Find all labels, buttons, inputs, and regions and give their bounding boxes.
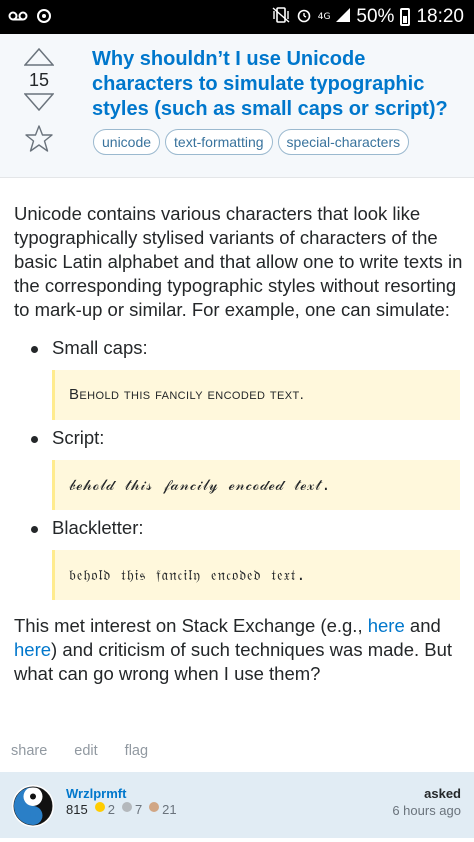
voicemail-icon — [8, 10, 28, 25]
signal-icon — [336, 8, 351, 26]
downvote-icon[interactable] — [24, 93, 54, 111]
silver-badge-count: 7 — [134, 802, 143, 817]
user-card: Wrzlprmft 815 2 7 21 asked 6 hours ago — [0, 772, 474, 838]
intro-paragraph: Unicode contains various characters that… — [14, 203, 463, 320]
closing-paragraph: This met interest on Stack Exchange (e.g… — [14, 614, 464, 686]
vibrate-icon — [272, 7, 290, 27]
asked-label: asked — [424, 786, 461, 801]
favorite-star-icon[interactable] — [25, 125, 53, 152]
upvote-icon[interactable] — [24, 48, 54, 66]
list-item: Small caps: Behold this fancily encoded … — [14, 336, 464, 420]
blockquote-script: 𝒷ℯ𝒽ℴ𝓁𝒹 𝓉𝒽𝒾𝓈 𝒻𝒶𝓃𝒸𝒾𝓁𝓎 ℯ𝓃𝒸ℴ𝒹ℯ𝒹 𝓉ℯ𝓍𝓉. — [52, 460, 460, 510]
sync-icon — [36, 8, 52, 27]
vote-controls: 15 — [20, 48, 58, 152]
gold-badge-count: 2 — [107, 802, 115, 817]
silver-badge-icon — [121, 801, 132, 812]
status-bar: 4G 50% 18:20 — [0, 0, 474, 34]
avatar[interactable] — [12, 785, 54, 827]
tag-text-formatting[interactable]: text-formatting — [165, 129, 273, 155]
example-label: Small caps: — [52, 337, 148, 358]
bronze-badge-icon — [149, 801, 160, 812]
battery-icon — [400, 8, 411, 26]
closing-text: This met interest on Stack Exchange (e.g… — [14, 615, 368, 636]
user-name[interactable]: Wrzlprmft — [66, 786, 126, 801]
user-reputation: 815 2 7 21 — [66, 801, 177, 817]
tag-special-characters[interactable]: special-characters — [277, 129, 410, 155]
battery-percent: 50% — [356, 6, 395, 27]
reputation-score: 815 — [66, 802, 88, 817]
blockquote-small-caps: Behold this fancily encoded text. — [52, 370, 460, 420]
share-link[interactable]: share — [11, 743, 47, 759]
link-here-1[interactable]: here — [368, 615, 405, 636]
list-item: Blackletter: 𝔟𝔢𝔥𝔬𝔩𝔡 𝔱𝔥𝔦𝔰 𝔣𝔞𝔫𝔠𝔦𝔩𝔶 𝔢𝔫𝔠𝔬𝔡𝔢𝔡… — [14, 516, 464, 600]
tag-unicode[interactable]: unicode — [93, 129, 161, 155]
example-label: Blackletter: — [52, 517, 144, 538]
tag-list: unicode text-formatting special-characte… — [93, 129, 410, 155]
closing-text: ) and criticism of such techniques was m… — [14, 639, 453, 684]
clock: 18:20 — [416, 6, 464, 27]
closing-text: and — [404, 615, 441, 636]
list-item: Script: 𝒷ℯ𝒽ℴ𝓁𝒹 𝓉𝒽𝒾𝓈 𝒻𝒶𝓃𝒸𝒾𝓁𝓎 ℯ𝓃𝒸ℴ𝒹ℯ𝒹 𝓉ℯ𝓍𝓉… — [14, 426, 464, 510]
asked-info: asked 6 hours ago — [392, 786, 461, 818]
asked-time: 6 hours ago — [392, 803, 461, 818]
link-here-2[interactable]: here — [14, 639, 51, 660]
question-body: Unicode contains various characters that… — [14, 202, 464, 700]
edit-link[interactable]: edit — [74, 743, 97, 759]
example-label: Script: — [52, 427, 105, 448]
alarm-icon — [296, 7, 312, 27]
post-actions: share edit flag — [11, 743, 148, 759]
question-title[interactable]: Why shouldn’t I use Unicode characters t… — [92, 47, 464, 122]
gold-badge-icon — [94, 801, 105, 812]
flag-link[interactable]: flag — [125, 743, 148, 759]
blockquote-blackletter: 𝔟𝔢𝔥𝔬𝔩𝔡 𝔱𝔥𝔦𝔰 𝔣𝔞𝔫𝔠𝔦𝔩𝔶 𝔢𝔫𝔠𝔬𝔡𝔢𝔡 𝔱𝔢𝔵𝔱. — [52, 550, 460, 600]
network-type: 4G — [317, 12, 331, 22]
bronze-badge-count: 21 — [162, 802, 177, 817]
question-header: 15 Why shouldn’t I use Unicode character… — [0, 34, 474, 178]
yin-yang-avatar-icon — [13, 786, 53, 826]
vote-count: 15 — [28, 70, 50, 90]
example-list: Small caps: Behold this fancily encoded … — [14, 336, 464, 600]
